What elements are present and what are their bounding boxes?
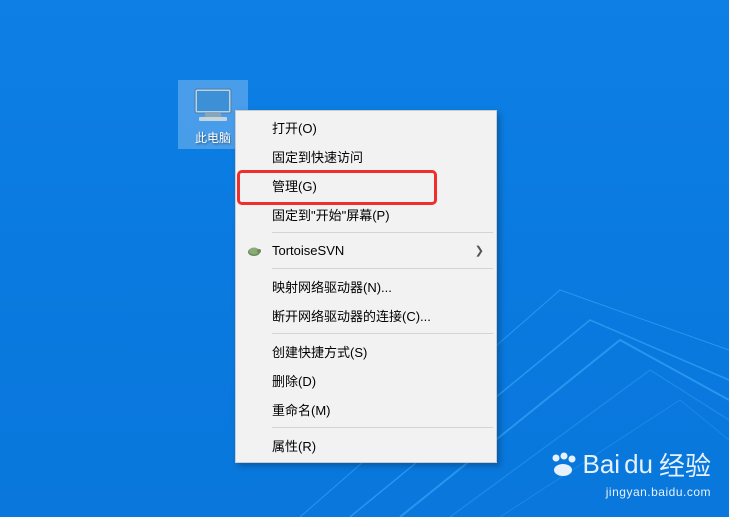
menu-label: 固定到"开始"屏幕(P) <box>272 205 390 224</box>
menu-label: TortoiseSVN <box>272 243 344 258</box>
menu-pin-quick-access[interactable]: 固定到快速访问 <box>238 142 494 171</box>
context-menu: 打开(O) 固定到快速访问 管理(G) 固定到"开始"屏幕(P) Tortois… <box>235 110 497 463</box>
menu-label: 重命名(M) <box>272 400 331 419</box>
brand-du: du <box>624 449 653 480</box>
brand-text-right: 经验 <box>659 446 711 483</box>
menu-separator <box>272 268 493 269</box>
menu-label: 映射网络驱动器(N)... <box>272 277 392 296</box>
menu-label: 创建快捷方式(S) <box>272 342 367 361</box>
menu-rename[interactable]: 重命名(M) <box>238 395 494 424</box>
menu-pin-start[interactable]: 固定到"开始"屏幕(P) <box>238 200 494 229</box>
menu-disconnect-network-drive[interactable]: 断开网络驱动器的连接(C)... <box>238 301 494 330</box>
watermark: Bai du 经验 jingyan.baidu.com <box>548 446 711 499</box>
menu-map-network-drive[interactable]: 映射网络驱动器(N)... <box>238 272 494 301</box>
watermark-url: jingyan.baidu.com <box>548 485 711 499</box>
menu-label: 断开网络驱动器的连接(C)... <box>272 306 431 325</box>
menu-delete[interactable]: 删除(D) <box>238 366 494 395</box>
menu-label: 删除(D) <box>272 371 316 390</box>
brand-text-left: Bai <box>582 449 620 480</box>
chevron-right-icon: ❯ <box>475 244 484 257</box>
paw-icon <box>548 452 578 478</box>
menu-separator <box>272 333 493 334</box>
menu-separator <box>272 427 493 428</box>
menu-open[interactable]: 打开(O) <box>238 113 494 142</box>
menu-separator <box>272 232 493 233</box>
computer-icon <box>189 85 237 125</box>
tortoisesvn-icon <box>246 243 262 259</box>
menu-label: 管理(G) <box>272 176 317 195</box>
menu-label: 属性(R) <box>272 436 316 455</box>
desktop-icon-label: 此电脑 <box>195 129 231 146</box>
menu-label: 打开(O) <box>272 118 317 137</box>
menu-label: 固定到快速访问 <box>272 147 363 166</box>
menu-properties[interactable]: 属性(R) <box>238 431 494 460</box>
menu-create-shortcut[interactable]: 创建快捷方式(S) <box>238 337 494 366</box>
menu-manage[interactable]: 管理(G) <box>238 171 494 200</box>
watermark-brand: Bai du 经验 <box>548 446 711 483</box>
menu-tortoisesvn[interactable]: TortoiseSVN ❯ <box>238 236 494 265</box>
